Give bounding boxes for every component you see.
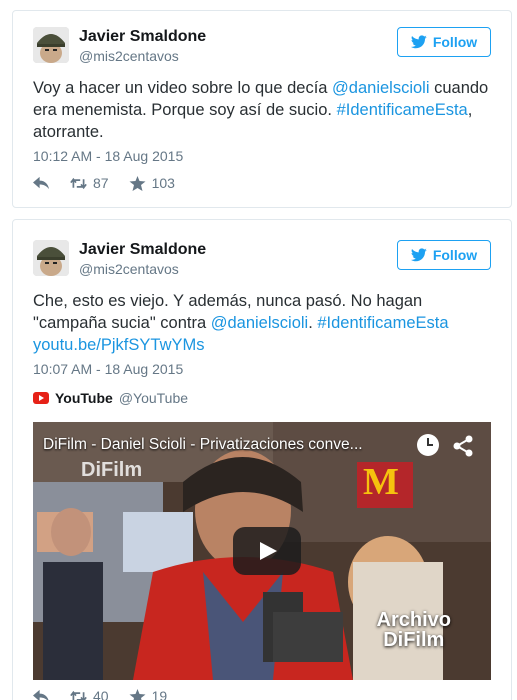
retweet-count: 40 xyxy=(93,688,109,700)
like-count: 103 xyxy=(151,175,175,191)
avatar-helmet-icon xyxy=(33,27,69,63)
archive-label-line: DiFilm xyxy=(383,629,445,651)
twitter-bird-icon xyxy=(410,248,427,262)
avatar[interactable] xyxy=(33,27,69,63)
archive-label-line: Archivo xyxy=(376,609,451,631)
archive-label: Archivo DiFilm xyxy=(377,610,451,650)
watermark: DiFilm xyxy=(81,459,143,481)
follow-button[interactable]: Follow xyxy=(397,240,491,270)
follow-button[interactable]: Follow xyxy=(397,27,491,57)
author-handle[interactable]: @mis2centavos xyxy=(79,261,179,277)
author-name[interactable]: Javier Smaldone xyxy=(79,241,206,259)
retweet-icon xyxy=(70,690,87,700)
tweet-card: Javier Smaldone @mis2centavos Follow Che… xyxy=(12,219,512,700)
like-button[interactable]: 19 xyxy=(129,688,168,700)
timestamp[interactable]: 10:12 AM - 18 Aug 2015 xyxy=(33,148,183,164)
mention-link[interactable]: @danielscioli xyxy=(332,79,429,97)
twitter-bird-icon xyxy=(410,35,427,49)
youtube-logo-icon xyxy=(33,392,49,404)
star-icon xyxy=(129,175,146,191)
reply-icon xyxy=(33,689,49,700)
share-icon[interactable] xyxy=(451,434,475,458)
play-icon[interactable] xyxy=(233,527,301,575)
tweet-card: Javier Smaldone @mis2centavos Follow Voy… xyxy=(12,10,512,208)
like-count: 19 xyxy=(151,688,168,700)
follow-label: Follow xyxy=(432,34,478,50)
retweet-button[interactable]: 40 xyxy=(70,688,109,700)
retweet-icon xyxy=(70,177,87,189)
tweet-actions: 40 19 xyxy=(33,688,187,700)
star-icon xyxy=(129,688,146,700)
avatar[interactable] xyxy=(33,240,69,276)
attribution-handle: @YouTube xyxy=(118,390,189,406)
video-title[interactable]: DiFilm - Daniel Scioli - Privatizaciones… xyxy=(43,436,363,454)
hashtag-link[interactable]: #IdentificameEsta xyxy=(337,101,468,119)
youtube-link[interactable]: youtu.be/PjkfSYTwYMs xyxy=(33,336,205,354)
card-attribution[interactable]: YouTube @YouTube xyxy=(33,390,188,406)
hashtag-link[interactable]: #IdentificameEsta xyxy=(317,314,448,332)
mention-link[interactable]: @danielscioli xyxy=(211,314,308,332)
like-button[interactable]: 103 xyxy=(129,175,175,191)
tweet-text-segment: . xyxy=(308,314,318,332)
timestamp[interactable]: 10:07 AM - 18 Aug 2015 xyxy=(33,361,183,377)
author-name[interactable]: Javier Smaldone xyxy=(79,28,206,46)
retweet-count: 87 xyxy=(93,175,109,191)
tweet-text-segment: Voy a hacer un video sobre lo que decía xyxy=(33,79,333,97)
reply-button[interactable] xyxy=(33,689,50,700)
avatar-helmet-icon xyxy=(33,240,69,276)
follow-label: Follow xyxy=(432,247,478,263)
mcdonalds-sign: M xyxy=(357,462,413,508)
video-player[interactable]: M DiFilm DiFilm - Daniel Scioli - Privat… xyxy=(33,422,491,680)
tweet-text: Voy a hacer un video sobre lo que decía … xyxy=(33,77,497,143)
attribution-name: YouTube xyxy=(55,390,113,406)
tweet-text: Che, esto es viejo. Y además, nunca pasó… xyxy=(33,290,497,356)
author-handle[interactable]: @mis2centavos xyxy=(79,48,179,64)
reply-button[interactable] xyxy=(33,176,50,191)
watch-later-icon[interactable] xyxy=(417,434,439,456)
tweet-actions: 87 103 xyxy=(33,175,195,191)
reply-icon xyxy=(33,176,50,189)
retweet-button[interactable]: 87 xyxy=(70,175,109,191)
